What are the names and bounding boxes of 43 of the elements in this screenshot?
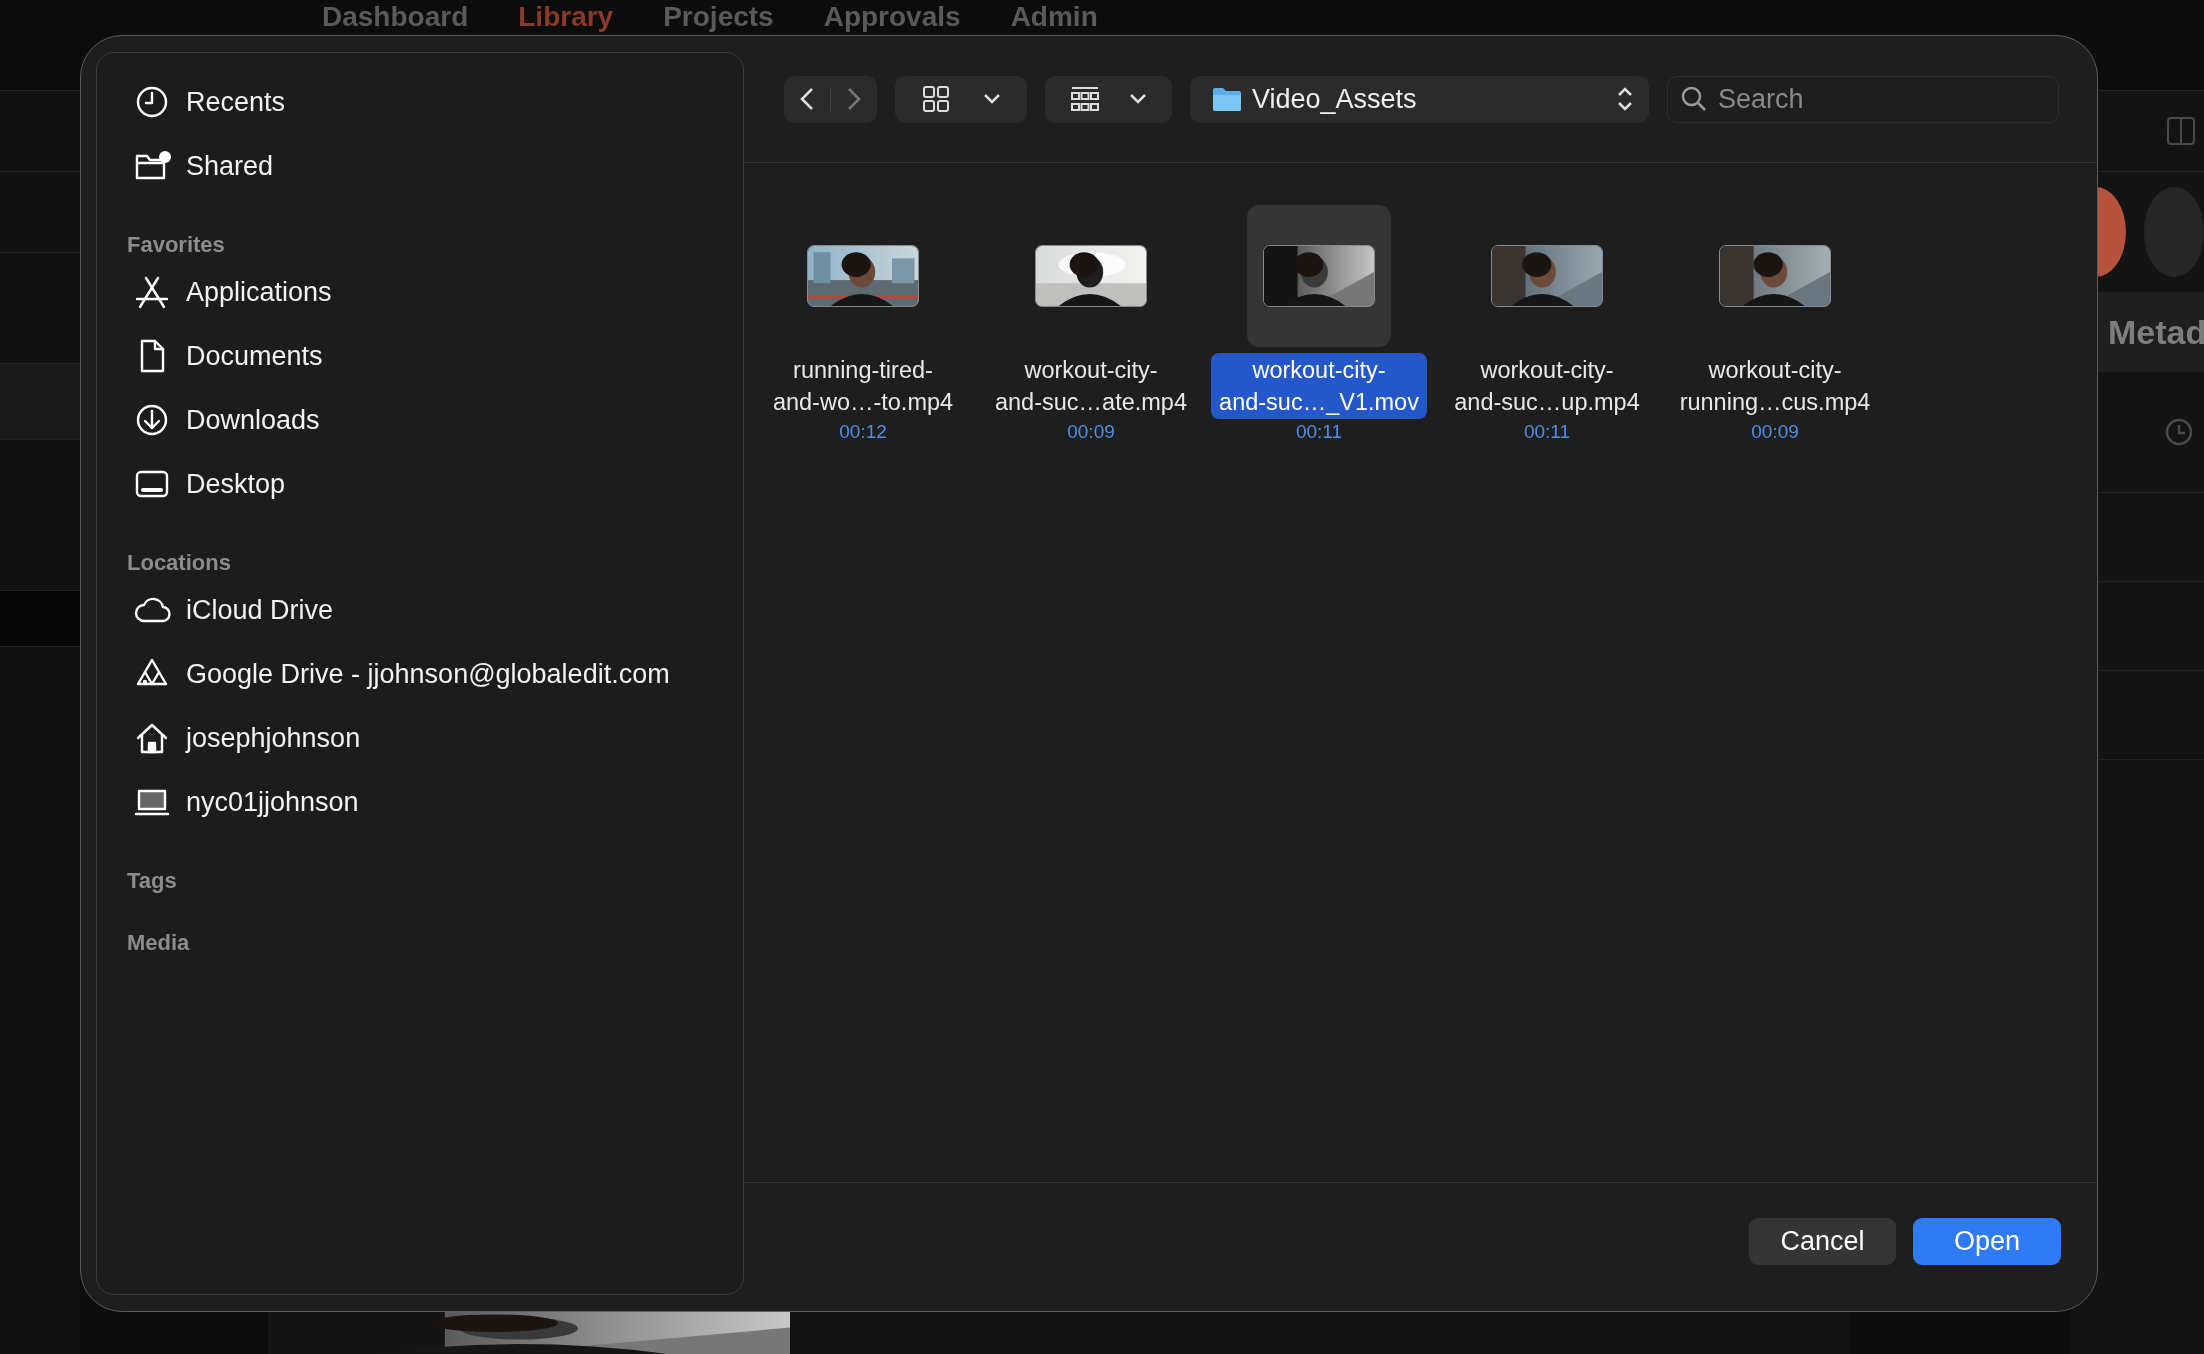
- duration: 00:11: [1523, 421, 1571, 443]
- open-button[interactable]: Open: [1913, 1217, 2061, 1265]
- chevron-down-icon: [1130, 94, 1147, 104]
- search-field[interactable]: Search: [1667, 75, 2059, 123]
- section-header: Favorites: [127, 231, 226, 259]
- chevron-right-icon: [847, 87, 861, 111]
- duration: 00:09: [1751, 421, 1799, 443]
- chevron-down-icon: [983, 94, 1000, 104]
- sidebar-item[interactable]: iCloud Drive: [97, 578, 743, 642]
- sidebar-item[interactable]: Applications: [97, 260, 743, 324]
- split-panel-icon[interactable]: [2166, 116, 2196, 146]
- clock-icon[interactable]: [2164, 417, 2194, 447]
- section-header: Locations: [127, 549, 232, 577]
- sidebar-item[interactable]: Desktop: [97, 452, 743, 516]
- section-header: Media: [127, 929, 191, 957]
- duration: 00:11: [1295, 421, 1343, 443]
- chevron-left-icon: [800, 87, 814, 111]
- sidebar-item[interactable]: Shared: [97, 134, 743, 198]
- panel-title: Metad: [2108, 312, 2204, 352]
- sidebar-item[interactable]: Recents: [97, 70, 743, 134]
- group-button[interactable]: [1045, 75, 1172, 123]
- view-mode-button[interactable]: [895, 75, 1027, 123]
- sidebar-item[interactable]: Google Drive - jjohnson@globaledit.com: [97, 642, 743, 706]
- file-name[interactable]: workout-city- and-suc…ate.mp4: [987, 353, 1195, 419]
- file-name[interactable]: running-tired- and-wo…-to.mp4: [764, 353, 962, 419]
- duration: 00:12: [839, 421, 887, 443]
- search-icon: [1681, 85, 1707, 112]
- section-header: Tags: [127, 867, 178, 895]
- applications-icon: [133, 274, 171, 310]
- sidebar-item[interactable]: nyc01jjohnson: [97, 770, 743, 834]
- duration: 00:09: [1067, 421, 1115, 443]
- sidebar-item[interactable]: Documents: [97, 324, 743, 388]
- file-name[interactable]: workout-city- running…cus.mp4: [1671, 353, 1879, 419]
- up-down-chevron-icon: [1617, 86, 1633, 112]
- grouped-grid-icon: [1070, 86, 1099, 112]
- file-name[interactable]: workout-city- and-suc…_V1.mov: [1211, 353, 1427, 419]
- file-name[interactable]: workout-city- and-suc…up.mp4: [1446, 353, 1648, 419]
- grid-icon: [922, 86, 949, 112]
- folder-icon: [1212, 86, 1242, 112]
- location-popup-button[interactable]: Video_Assets: [1190, 75, 1649, 123]
- cancel-button[interactable]: Cancel: [1749, 1217, 1896, 1265]
- sidebar-item[interactable]: Downloads: [97, 388, 743, 452]
- sidebar-item[interactable]: josephjohnson: [97, 706, 743, 770]
